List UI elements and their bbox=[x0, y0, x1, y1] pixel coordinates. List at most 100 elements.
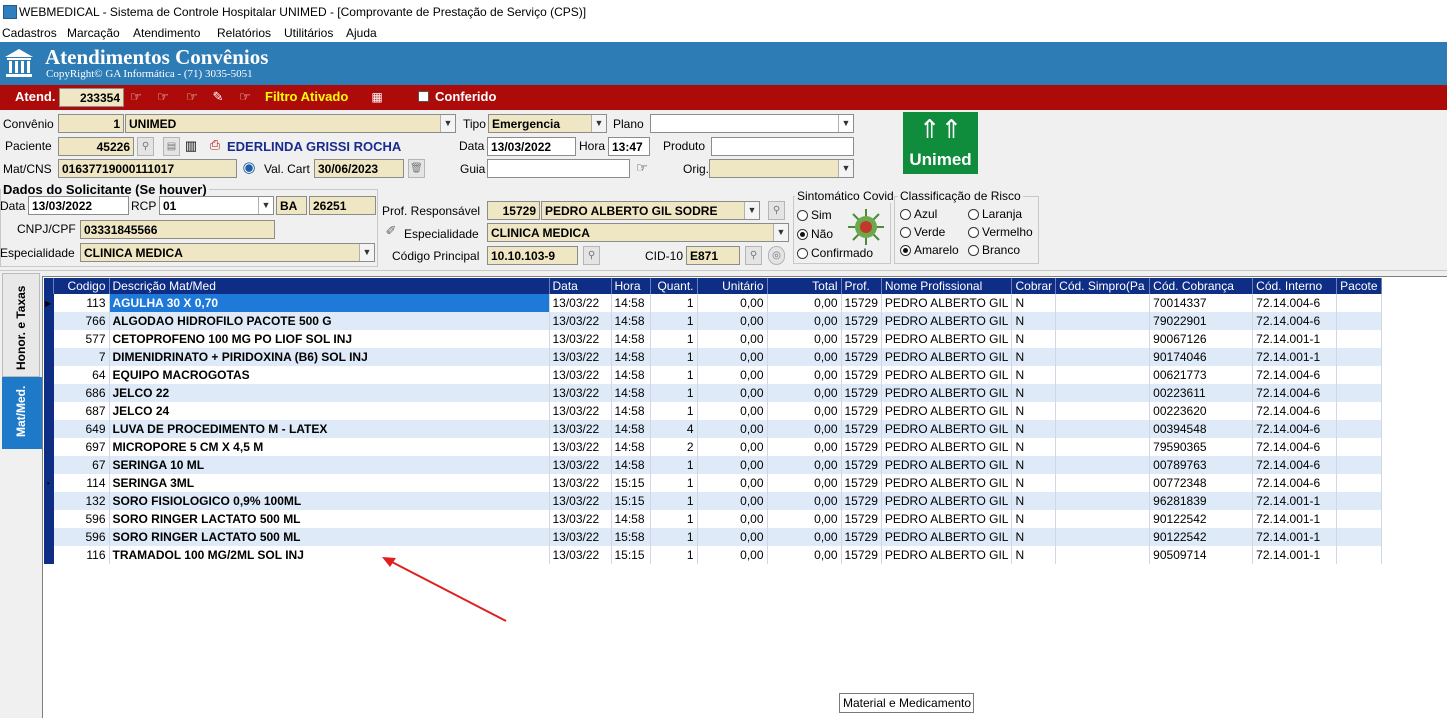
table-cell[interactable]: 15:58 bbox=[611, 528, 651, 546]
table-cell[interactable]: 1 bbox=[650, 528, 698, 546]
sol-data-field[interactable]: 13/03/2022 bbox=[28, 196, 129, 215]
table-cell[interactable]: 64 bbox=[53, 366, 110, 384]
table-cell[interactable]: 1 bbox=[650, 330, 698, 348]
table-cell[interactable]: PEDRO ALBERTO GIL bbox=[881, 528, 1013, 546]
table-cell[interactable]: N bbox=[1011, 456, 1057, 474]
table-cell[interactable]: 14:58 bbox=[611, 330, 651, 348]
column-header[interactable]: Descrição Mat/Med bbox=[109, 278, 550, 294]
table-cell[interactable] bbox=[1055, 420, 1151, 438]
table-cell[interactable]: 0,00 bbox=[767, 312, 842, 330]
table-row[interactable]: 67 SERINGA 10 ML 13/03/22 14:58 1 0,00 0,00 157… bbox=[44, 456, 1382, 474]
trash-icon[interactable]: 🗑 bbox=[408, 159, 425, 178]
table-cell[interactable]: 72.14.004-6 bbox=[1252, 312, 1338, 330]
table-cell[interactable]: N bbox=[1011, 438, 1057, 456]
table-cell[interactable]: 15729 bbox=[841, 420, 882, 438]
table-cell[interactable]: 15729 bbox=[841, 546, 882, 564]
table-cell[interactable]: 132 bbox=[53, 492, 110, 510]
table-row[interactable]: ▶ 113 AGULHA 30 X 0,70 13/03/22 14:58 1 0,00 0,… bbox=[44, 294, 1382, 312]
chevron-down-icon[interactable]: ▼ bbox=[591, 115, 606, 132]
table-cell[interactable]: 0,00 bbox=[697, 492, 768, 510]
table-cell[interactable]: 113 bbox=[53, 294, 110, 312]
table-cell[interactable]: 0,00 bbox=[767, 366, 842, 384]
table-cell[interactable]: 7 bbox=[53, 348, 110, 366]
column-header[interactable]: Cód. Interno bbox=[1252, 278, 1338, 294]
table-cell[interactable]: 15:15 bbox=[611, 474, 651, 492]
table-cell[interactable]: 15729 bbox=[841, 348, 882, 366]
table-cell[interactable]: 72.14.001-1 bbox=[1252, 492, 1338, 510]
table-cell[interactable]: 0,00 bbox=[767, 456, 842, 474]
table-cell[interactable]: 1 bbox=[650, 312, 698, 330]
binoculars-icon[interactable]: ⚲ bbox=[768, 201, 785, 220]
table-cell[interactable]: 0,00 bbox=[697, 402, 768, 420]
table-cell[interactable] bbox=[1055, 492, 1151, 510]
table-cell[interactable]: 13/03/22 bbox=[549, 510, 612, 528]
table-cell[interactable]: 13/03/22 bbox=[549, 402, 612, 420]
column-header[interactable]: Cód. Simpro(Pa bbox=[1055, 278, 1151, 294]
column-header[interactable]: Unitário bbox=[697, 278, 768, 294]
table-cell[interactable]: AGULHA 30 X 0,70 bbox=[109, 294, 550, 312]
table-cell[interactable]: 67 bbox=[53, 456, 110, 474]
menu-utilitarios[interactable]: Utilitários bbox=[284, 26, 333, 40]
chevron-down-icon[interactable]: ▼ bbox=[838, 115, 853, 132]
table-cell[interactable]: 14:58 bbox=[611, 438, 651, 456]
table-cell[interactable]: 15:15 bbox=[611, 546, 651, 564]
valcart-field[interactable]: 30/06/2023 bbox=[314, 159, 404, 178]
table-cell[interactable] bbox=[1336, 384, 1382, 402]
card-icon[interactable]: ▥ bbox=[182, 138, 200, 154]
codigo-field[interactable]: 10.10.103-9 bbox=[487, 246, 578, 265]
table-cell[interactable] bbox=[1055, 474, 1151, 492]
gear-icon[interactable]: ◎ bbox=[768, 246, 785, 265]
table-row[interactable]: 577 CETOPROFENO 100 MG PO LIOF SOL INJ 13/… bbox=[44, 330, 1382, 348]
table-cell[interactable] bbox=[1055, 312, 1151, 330]
table-cell[interactable] bbox=[1055, 510, 1151, 528]
chevron-down-icon[interactable]: ▼ bbox=[773, 224, 788, 241]
column-header[interactable]: Nome Profissional bbox=[881, 278, 1013, 294]
table-cell[interactable]: SORO FISIOLOGICO 0,9% 100ML bbox=[109, 492, 550, 510]
table-cell[interactable]: 14:58 bbox=[611, 420, 651, 438]
table-cell[interactable]: PEDRO ALBERTO GIL bbox=[881, 492, 1013, 510]
table-cell[interactable] bbox=[1336, 546, 1382, 564]
table-cell[interactable]: DIMENIDRINATO + PIRIDOXINA (B6) SOL INJ bbox=[109, 348, 550, 366]
table-cell[interactable]: 0,00 bbox=[767, 492, 842, 510]
table-cell[interactable]: 13/03/22 bbox=[549, 294, 612, 312]
atend-field[interactable]: 233354 bbox=[59, 88, 124, 107]
table-cell[interactable]: 90509714 bbox=[1149, 546, 1254, 564]
radio-covid-nao[interactable]: Não bbox=[797, 227, 833, 241]
table-cell[interactable]: CETOPROFENO 100 MG PO LIOF SOL INJ bbox=[109, 330, 550, 348]
radio-risco-amarelo[interactable]: Amarelo bbox=[900, 243, 959, 257]
table-cell[interactable]: 00394548 bbox=[1149, 420, 1254, 438]
table-cell[interactable]: SORO RINGER LACTATO 500 ML bbox=[109, 528, 550, 546]
table-cell[interactable]: 766 bbox=[53, 312, 110, 330]
convenio-code-field[interactable]: 1 bbox=[58, 114, 124, 133]
table-cell[interactable]: 72.14.004-6 bbox=[1252, 384, 1338, 402]
table-cell[interactable]: 0,00 bbox=[767, 402, 842, 420]
column-header[interactable]: Total bbox=[767, 278, 842, 294]
table-cell[interactable]: 13/03/22 bbox=[549, 456, 612, 474]
table-cell[interactable]: 0,00 bbox=[697, 312, 768, 330]
table-cell[interactable]: 15729 bbox=[841, 456, 882, 474]
table-cell[interactable]: 00223620 bbox=[1149, 402, 1254, 420]
table-cell[interactable]: 13/03/22 bbox=[549, 366, 612, 384]
table-cell[interactable]: 0,00 bbox=[697, 438, 768, 456]
table-cell[interactable]: 14:58 bbox=[611, 294, 651, 312]
table-cell[interactable]: 0,00 bbox=[767, 420, 842, 438]
column-header[interactable]: Cobrar bbox=[1011, 278, 1057, 294]
table-cell[interactable]: 0,00 bbox=[767, 546, 842, 564]
table-cell[interactable]: N bbox=[1011, 492, 1057, 510]
table-cell[interactable]: 15729 bbox=[841, 294, 882, 312]
table-cell[interactable] bbox=[1336, 402, 1382, 420]
table-cell[interactable]: 0,00 bbox=[767, 348, 842, 366]
table-cell[interactable]: 72.14.004-6 bbox=[1252, 402, 1338, 420]
table-cell[interactable]: PEDRO ALBERTO GIL bbox=[881, 402, 1013, 420]
table-cell[interactable]: SORO RINGER LACTATO 500 ML bbox=[109, 510, 550, 528]
table-cell[interactable]: 15729 bbox=[841, 492, 882, 510]
table-cell[interactable]: 0,00 bbox=[697, 510, 768, 528]
pen-icon[interactable]: ✐ bbox=[384, 223, 398, 239]
menu-marcacao[interactable]: Marcação bbox=[67, 26, 120, 40]
table-cell[interactable]: 00621773 bbox=[1149, 366, 1254, 384]
conferido-checkbox[interactable] bbox=[418, 91, 429, 102]
table-cell[interactable]: 114 bbox=[53, 474, 110, 492]
rcp-select[interactable]: 01 bbox=[159, 196, 274, 215]
table-cell[interactable] bbox=[1336, 528, 1382, 546]
table-cell[interactable]: N bbox=[1011, 294, 1057, 312]
